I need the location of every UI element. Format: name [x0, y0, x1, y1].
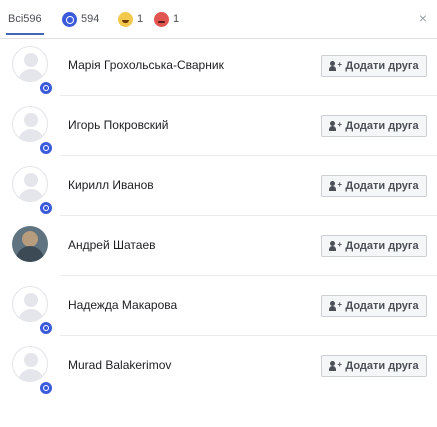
avatar[interactable] — [12, 286, 48, 322]
tab-all[interactable]: Всі 596 — [8, 8, 42, 30]
tab-all-count: 596 — [23, 13, 42, 25]
add-friend-label: Додати друга — [345, 180, 419, 192]
like-icon — [38, 380, 54, 396]
add-friend-label: Додати друга — [345, 120, 419, 132]
person-name[interactable]: Игорь Покровский — [68, 118, 168, 132]
list-item: Игорь Покровский + Додати друга — [0, 100, 437, 156]
row-divider — [60, 335, 437, 336]
person-name[interactable]: Марія Грохольська-Сварник — [68, 58, 224, 72]
tab-angry[interactable]: 1 — [154, 8, 179, 30]
add-friend-button[interactable]: + Додати друга — [321, 175, 427, 197]
angry-icon — [154, 11, 169, 27]
like-icon — [38, 320, 54, 336]
person-name[interactable]: Андрей Шатаев — [68, 238, 156, 252]
row-divider — [60, 215, 437, 216]
add-friend-icon: + — [329, 241, 342, 251]
list-item: Надежда Макарова + Додати друга — [0, 280, 437, 336]
avatar[interactable] — [12, 166, 48, 202]
tab-haha[interactable]: 1 — [118, 8, 143, 30]
add-friend-icon: + — [329, 301, 342, 311]
add-friend-button[interactable]: + Додати друга — [321, 235, 427, 257]
row-divider — [60, 275, 437, 276]
person-name[interactable]: Надежда Макарова — [68, 298, 177, 312]
add-friend-icon: + — [329, 181, 342, 191]
add-friend-label: Додати друга — [345, 300, 419, 312]
person-name[interactable]: Кирилл Иванов — [68, 178, 154, 192]
list-item: Кирилл Иванов + Додати друга — [0, 160, 437, 216]
haha-icon — [118, 11, 133, 27]
tab-haha-count: 1 — [137, 13, 144, 25]
like-icon — [38, 140, 54, 156]
avatar[interactable] — [12, 46, 48, 82]
list-item: Марія Грохольська-Сварник + Додати друга — [0, 40, 437, 96]
tab-like-count: 594 — [81, 13, 100, 25]
like-icon — [62, 11, 77, 27]
add-friend-label: Додати друга — [345, 60, 419, 72]
person-name[interactable]: Murad Balakerimov — [68, 358, 171, 372]
add-friend-button[interactable]: + Додати друга — [321, 355, 427, 377]
tab-like[interactable]: 594 — [62, 8, 99, 30]
reaction-tabs: Всі 596 594 1 1 × — [0, 0, 437, 38]
tab-all-label: Всі — [8, 13, 24, 25]
add-friend-icon: + — [329, 121, 342, 131]
tab-angry-count: 1 — [173, 13, 180, 25]
list-item: Murad Balakerimov + Додати друга — [0, 340, 437, 396]
avatar[interactable] — [12, 106, 48, 142]
avatar[interactable] — [12, 226, 48, 262]
list-item: Андрей Шатаев + Додати друга — [0, 220, 437, 276]
row-divider — [60, 155, 437, 156]
like-icon — [38, 200, 54, 216]
row-divider — [60, 95, 437, 96]
close-icon[interactable]: × — [419, 10, 427, 26]
add-friend-label: Додати друга — [345, 240, 419, 252]
avatar[interactable] — [12, 346, 48, 382]
active-tab-indicator — [6, 33, 44, 35]
add-friend-button[interactable]: + Додати друга — [321, 295, 427, 317]
add-friend-button[interactable]: + Додати друга — [321, 115, 427, 137]
add-friend-button[interactable]: + Додати друга — [321, 55, 427, 77]
header-divider — [0, 38, 437, 39]
add-friend-icon: + — [329, 361, 342, 371]
add-friend-icon: + — [329, 61, 342, 71]
add-friend-label: Додати друга — [345, 360, 419, 372]
like-icon — [38, 80, 54, 96]
